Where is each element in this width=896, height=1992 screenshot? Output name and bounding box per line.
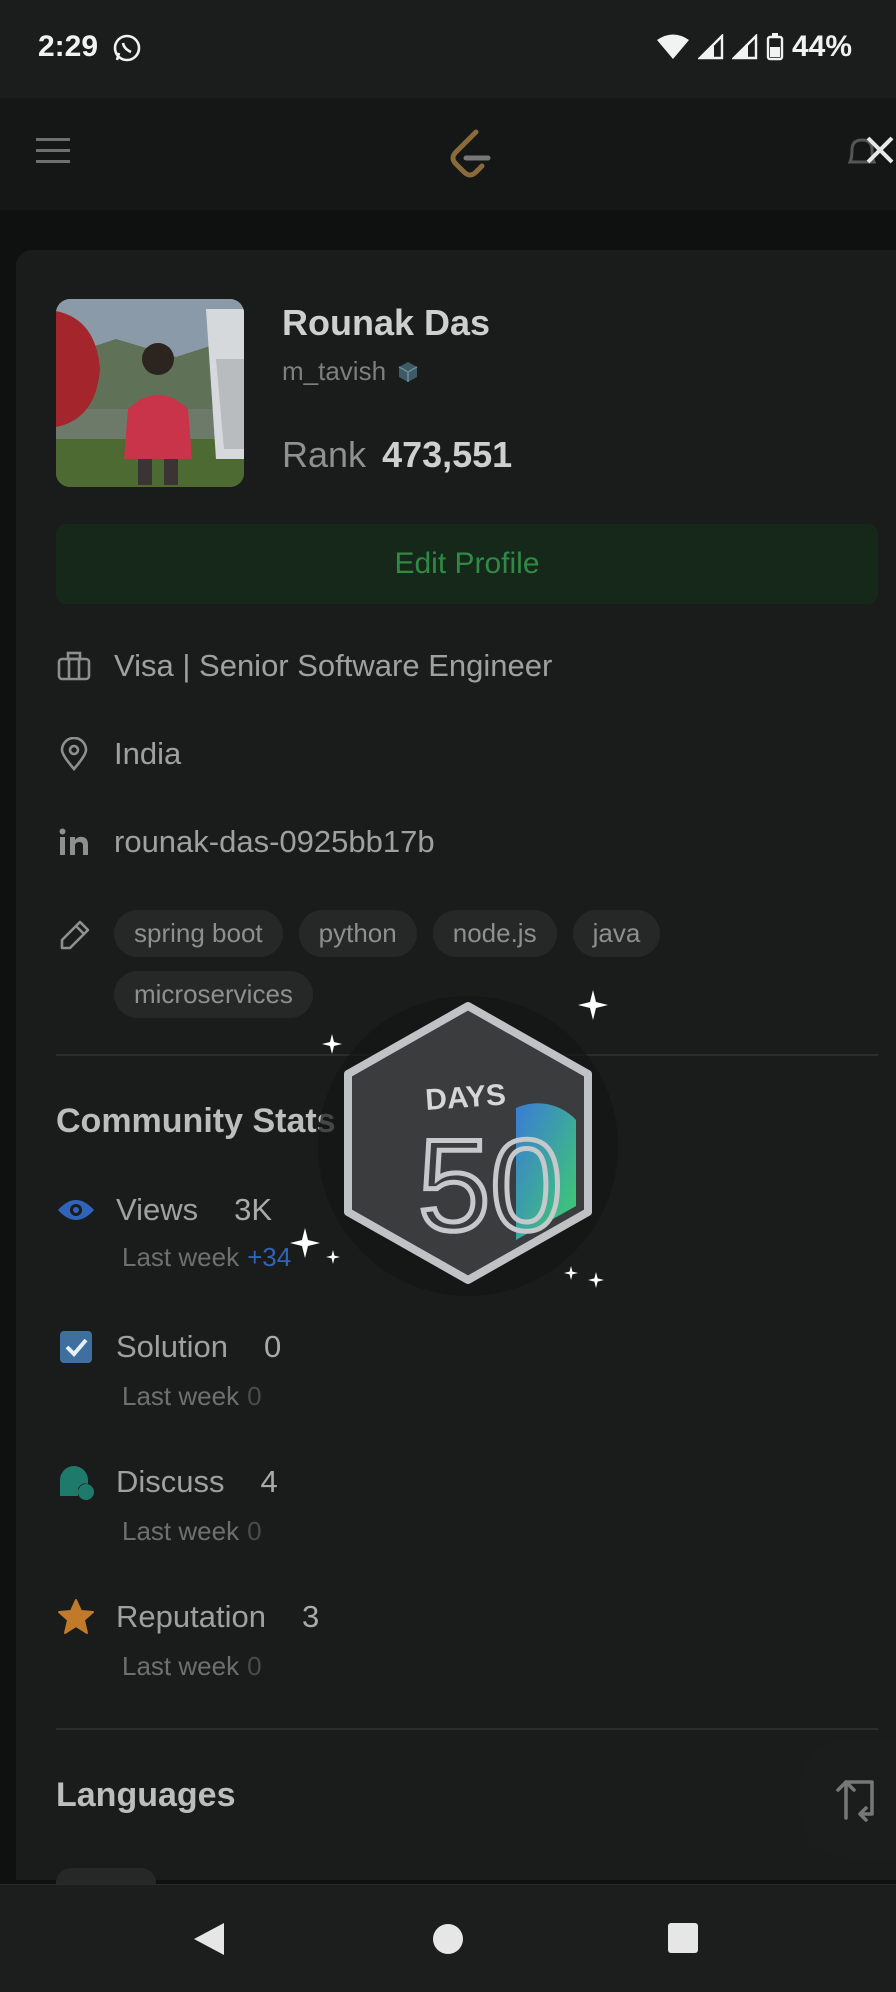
solution-label: Solution [116,1329,229,1364]
job-text: Visa | Senior Software Engineer [114,648,553,683]
linkedin-row[interactable]: rounak-das-0925bb17b [56,824,435,860]
recents-icon[interactable] [666,1921,700,1955]
home-icon[interactable] [430,1921,466,1957]
profile-rank: Rank 473,551 [282,434,512,476]
last-week-label: Last week [122,1651,240,1681]
status-bar: 2:29 44% [0,0,896,98]
solution-value: 0 [264,1329,282,1364]
stat-solution: Solution 0 Last week 0 [56,1327,281,1412]
skill-tag[interactable]: java [572,910,661,957]
reputation-value: 3 [301,1599,320,1634]
skill-tag[interactable]: node.js [432,910,557,957]
divider [56,1728,878,1730]
badge-number-text: 50 [418,1112,563,1258]
sparkle-icon [564,1266,578,1280]
last-week-label: Last week [122,1381,240,1411]
discuss-value: 4 [260,1464,278,1499]
edit-profile-button[interactable]: Edit Profile [56,524,878,604]
discuss-label: Discuss [116,1464,225,1499]
location-row: India [56,736,181,772]
app-bar [0,98,896,210]
avatar [56,299,244,487]
job-row: Visa | Senior Software Engineer [56,648,552,684]
battery-percent: 44% [791,30,852,63]
views-value: 3K [234,1192,273,1227]
status-time: 2:29 [38,30,99,63]
eye-icon [58,1200,94,1220]
system-nav-bar [0,1884,896,1992]
avatar-image [56,299,244,487]
sparkle-icon [290,1228,320,1258]
sparkle-icon [322,1034,342,1054]
battery-icon [766,33,784,61]
cube-icon [398,361,418,382]
location-text: India [114,736,182,771]
switch-button[interactable] [800,1738,896,1858]
reputation-delta: 0 [247,1651,262,1681]
swap-arrows-icon [836,1780,874,1822]
last-week-label: Last week [122,1516,240,1546]
location-pin-icon [56,736,92,772]
sparkle-icon [588,1272,604,1288]
skill-tag[interactable]: python [298,910,417,957]
profile-username: m_tavish [282,356,420,387]
solution-delta: 0 [247,1381,262,1411]
languages-title: Languages [56,1776,236,1814]
reputation-label: Reputation [116,1599,266,1634]
discuss-bubble-icon [60,1466,94,1500]
signal-icon-2 [731,34,758,60]
stat-discuss: Discuss 4 Last week 0 [56,1462,278,1547]
linkedin-icon [56,824,92,860]
linkedin-text[interactable]: rounak-das-0925bb17b [114,824,435,860]
menu-icon[interactable] [36,136,70,166]
tag-icon [60,920,90,950]
star-icon [58,1599,94,1634]
sparkle-icon [578,990,608,1020]
profile-name: Rounak Das [282,302,491,343]
leetcode-logo-icon[interactable] [446,128,494,180]
signal-icon [697,34,724,60]
discuss-delta: 0 [247,1516,262,1546]
sparkle-icon [326,1250,340,1264]
username-text: m_tavish [282,356,387,386]
briefcase-icon [56,648,92,684]
wifi-icon [656,34,689,59]
stat-reputation: Reputation 3 Last week 0 [56,1597,319,1682]
skill-tag[interactable]: microservices [114,971,313,1018]
community-stats-title: Community Stats [56,1102,336,1140]
skill-tag[interactable]: spring boot [114,910,283,957]
views-delta: +34 [247,1242,292,1272]
rank-label: Rank [282,434,367,475]
language-row-partial [56,1866,878,1884]
whatsapp-icon [113,34,141,62]
last-week-label: Last week [122,1242,240,1272]
close-icon[interactable] [864,134,896,166]
views-label: Views [116,1192,199,1227]
checkbox-icon [60,1331,92,1363]
rank-value: 473,551 [382,434,513,475]
back-icon[interactable] [192,1921,226,1957]
stat-views: Views 3K Last week +34 [56,1192,291,1273]
